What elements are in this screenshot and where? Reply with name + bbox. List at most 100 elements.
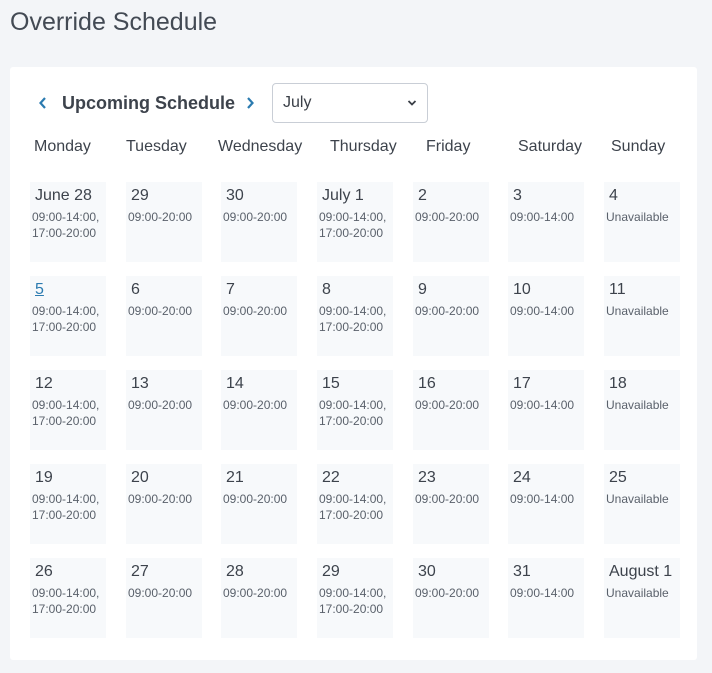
next-month-button[interactable]: [243, 96, 257, 110]
day-hours: 09:00-20:00: [223, 586, 288, 600]
calendar-day-cell[interactable]: 18 Unavailable: [604, 370, 680, 450]
calendar-day-cell[interactable]: 4 Unavailable: [604, 182, 680, 262]
month-select[interactable]: July: [272, 83, 428, 123]
day-hours: 09:00-14:00, 17:00-20:00: [32, 586, 100, 616]
day-hours: 09:00-20:00: [128, 398, 193, 412]
chevron-right-icon: [247, 97, 255, 109]
day-date: 24: [513, 469, 531, 486]
calendar-day-cell[interactable]: 17 09:00-14:00: [508, 370, 584, 450]
calendar-day-cell[interactable]: 21 09:00-20:00: [221, 464, 297, 544]
calendar-day-cell[interactable]: 22 09:00-14:00, 17:00-20:00: [317, 464, 393, 544]
day-hours: Unavailable: [606, 492, 669, 506]
calendar-day-cell[interactable]: 15 09:00-14:00, 17:00-20:00: [317, 370, 393, 450]
calendar-day-cell[interactable]: 30 09:00-20:00: [221, 182, 297, 262]
calendar-day-cell[interactable]: 8 09:00-14:00, 17:00-20:00: [317, 276, 393, 356]
month-select-value: July: [283, 94, 312, 111]
day-hours: 09:00-14:00, 17:00-20:00: [319, 398, 387, 428]
calendar-day-cell[interactable]: 29 09:00-14:00, 17:00-20:00: [317, 558, 393, 638]
calendar-day-cell[interactable]: 9 09:00-20:00: [413, 276, 489, 356]
day-date: 2: [418, 187, 427, 204]
day-hours: 09:00-20:00: [415, 586, 480, 600]
day-date: 30: [418, 563, 436, 580]
day-hours: Unavailable: [606, 210, 669, 224]
calendar-day-cell[interactable]: 31 09:00-14:00: [508, 558, 584, 638]
schedule-header: Upcoming Schedule: [36, 83, 257, 123]
day-hours: 09:00-14:00, 17:00-20:00: [319, 304, 387, 334]
calendar-day-cell[interactable]: 27 09:00-20:00: [126, 558, 202, 638]
day-header-thursday: Thursday: [330, 138, 397, 155]
day-date: 17: [513, 375, 531, 392]
calendar-day-cell[interactable]: 13 09:00-20:00: [126, 370, 202, 450]
schedule-card: Upcoming Schedule July Monday Tuesday Wedn…: [10, 67, 697, 660]
day-hours: 09:00-14:00, 17:00-20:00: [319, 492, 387, 522]
day-hours: 09:00-14:00: [510, 304, 575, 318]
calendar-day-cell[interactable]: 29 09:00-20:00: [126, 182, 202, 262]
day-date: 11: [609, 281, 626, 298]
day-hours: 09:00-20:00: [415, 210, 480, 224]
day-date: August 1: [609, 563, 673, 580]
day-date: 30: [226, 187, 244, 204]
day-date: 7: [226, 281, 235, 298]
day-header-tuesday: Tuesday: [126, 138, 187, 155]
day-hours: 09:00-14:00, 17:00-20:00: [32, 304, 100, 334]
day-hours: 09:00-20:00: [223, 492, 288, 506]
page-title: Override Schedule: [10, 8, 218, 36]
calendar-day-cell[interactable]: 19 09:00-14:00, 17:00-20:00: [30, 464, 106, 544]
calendar-day-cell[interactable]: 12 09:00-14:00, 17:00-20:00: [30, 370, 106, 450]
day-hours: 09:00-20:00: [223, 304, 288, 318]
day-date: 29: [131, 187, 149, 204]
day-date: 19: [35, 469, 53, 486]
day-date: July 1: [322, 187, 364, 204]
day-date: 29: [322, 563, 340, 580]
chevron-down-icon: [407, 100, 417, 106]
day-hours: 09:00-20:00: [128, 492, 193, 506]
day-header-saturday: Saturday: [518, 138, 583, 155]
day-date: 28: [226, 563, 244, 580]
day-hours: 09:00-14:00, 17:00-20:00: [32, 398, 100, 428]
calendar-day-cell[interactable]: 11 Unavailable: [604, 276, 680, 356]
calendar-day-cell[interactable]: 3 09:00-14:00: [508, 182, 584, 262]
day-date: 21: [226, 469, 244, 486]
today-date-link[interactable]: 5: [35, 281, 44, 299]
chevron-left-icon: [39, 97, 46, 109]
calendar-day-cell[interactable]: 10 09:00-14:00: [508, 276, 584, 356]
day-date: 3: [513, 187, 522, 204]
day-date: 10: [513, 281, 531, 298]
day-date: 25: [609, 469, 627, 486]
calendar-day-cell[interactable]: August 1 Unavailable: [604, 558, 680, 638]
day-date: 20: [131, 469, 149, 486]
calendar-day-cell[interactable]: 25 Unavailable: [604, 464, 680, 544]
prev-month-button[interactable]: [36, 96, 50, 110]
day-date: 23: [418, 469, 436, 486]
day-date: 6: [131, 281, 140, 298]
day-hours: 09:00-20:00: [223, 398, 288, 412]
day-header-monday: Monday: [34, 138, 91, 155]
calendar-day-cell[interactable]: 24 09:00-14:00: [508, 464, 584, 544]
day-hours: 09:00-20:00: [415, 492, 480, 506]
day-date: 9: [418, 281, 427, 298]
calendar-day-cell[interactable]: 6 09:00-20:00: [126, 276, 202, 356]
calendar-day-cell[interactable]: 28 09:00-20:00: [221, 558, 297, 638]
day-hours: Unavailable: [606, 304, 669, 318]
calendar-day-cell[interactable]: 16 09:00-20:00: [413, 370, 489, 450]
calendar-day-cell[interactable]: June 28 09:00-14:00, 17:00-20:00: [30, 182, 106, 262]
day-date: 13: [131, 375, 149, 392]
day-date: 4: [609, 187, 618, 204]
day-date: 12: [35, 375, 53, 392]
day-header-sunday: Sunday: [611, 138, 666, 155]
calendar-day-cell[interactable]: 2 09:00-20:00: [413, 182, 489, 262]
day-header-wednesday: Wednesday: [218, 138, 303, 155]
day-hours: Unavailable: [606, 586, 669, 600]
calendar-day-cell[interactable]: 20 09:00-20:00: [126, 464, 202, 544]
calendar-day-cell[interactable]: 7 09:00-20:00: [221, 276, 297, 356]
day-headers: Monday Tuesday Wednesday Thursday Friday Satu…: [10, 138, 697, 158]
calendar-day-cell[interactable]: 26 09:00-14:00, 17:00-20:00: [30, 558, 106, 638]
calendar-day-cell[interactable]: 30 09:00-20:00: [413, 558, 489, 638]
day-hours: 09:00-14:00, 17:00-20:00: [319, 586, 387, 616]
day-hours: 09:00-20:00: [415, 398, 480, 412]
calendar-day-cell[interactable]: 5 09:00-14:00, 17:00-20:00: [30, 276, 106, 356]
day-hours: Unavailable: [606, 398, 669, 412]
calendar-day-cell[interactable]: 23 09:00-20:00: [413, 464, 489, 544]
calendar-day-cell[interactable]: July 1 09:00-14:00, 17:00-20:00: [317, 182, 393, 262]
calendar-day-cell[interactable]: 14 09:00-20:00: [221, 370, 297, 450]
